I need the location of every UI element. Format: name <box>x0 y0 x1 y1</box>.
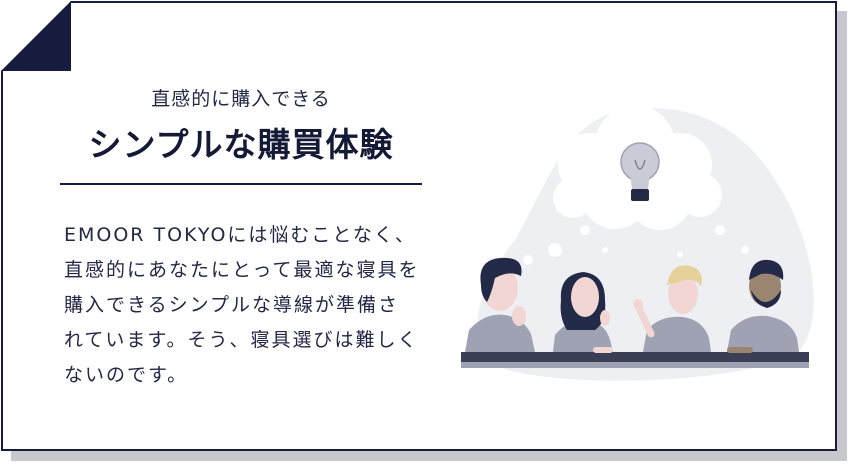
table <box>461 352 809 362</box>
corner-fold-decoration <box>1 1 71 71</box>
brainstorm-illustration <box>455 90 815 390</box>
title-divider <box>60 183 422 185</box>
card-body-text: EMOOR TOKYOには悩むことなく、直感的にあなたにとって最適な寝具を購入で… <box>64 224 420 386</box>
page: 直感的に購入できる シンプルな購買体験 EMOOR TOKYOには悩むことなく、… <box>0 0 852 467</box>
card-title: シンプルな購買体験 <box>88 125 394 164</box>
card-subtitle: 直感的に購入できる <box>151 88 331 110</box>
